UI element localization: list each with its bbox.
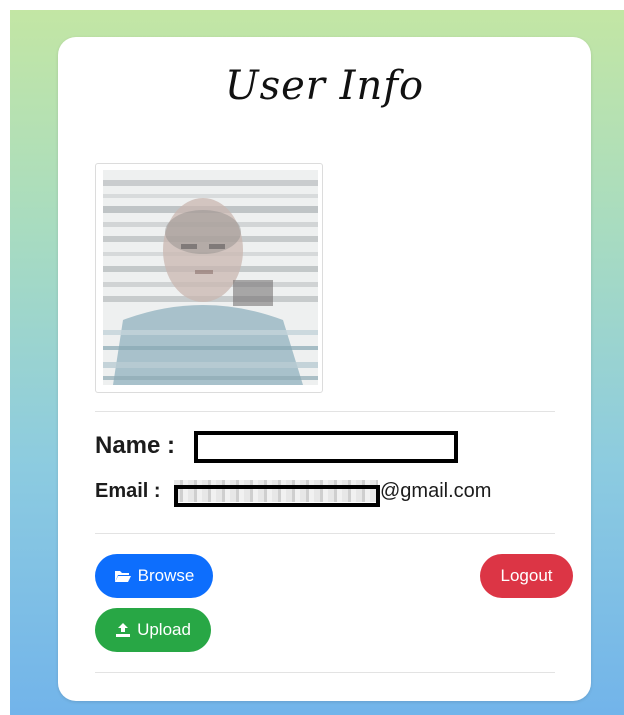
- profile-photo-image: [103, 170, 318, 385]
- name-label: Name :: [95, 432, 176, 459]
- page-background: User Info Name: Email: @gmail.com Brow…: [10, 10, 624, 715]
- user-info-card: User Info Name: Email: @gmail.com Brow…: [58, 37, 591, 701]
- email-label: Email :: [95, 480, 161, 502]
- logout-button[interactable]: Logout: [480, 554, 573, 598]
- email-domain: @gmail.com: [380, 480, 492, 502]
- divider: [95, 672, 555, 673]
- name-redaction-box: [194, 431, 458, 463]
- divider: [95, 533, 555, 534]
- browse-button-label: Browse: [137, 566, 195, 585]
- card-title: User Info: [224, 63, 425, 109]
- upload-icon: [115, 622, 131, 638]
- email-row: Email :: [95, 480, 161, 503]
- profile-photo-frame: [95, 163, 323, 393]
- profile-photo: [103, 170, 318, 385]
- logout-button-label: Logout: [500, 566, 553, 585]
- upload-button-label: Upload: [137, 620, 191, 639]
- browse-button[interactable]: Browse: [95, 554, 213, 598]
- folder-open-icon: [114, 569, 132, 583]
- email-redaction-box: [174, 485, 380, 507]
- divider: [95, 411, 555, 412]
- upload-button[interactable]: Upload: [95, 608, 211, 652]
